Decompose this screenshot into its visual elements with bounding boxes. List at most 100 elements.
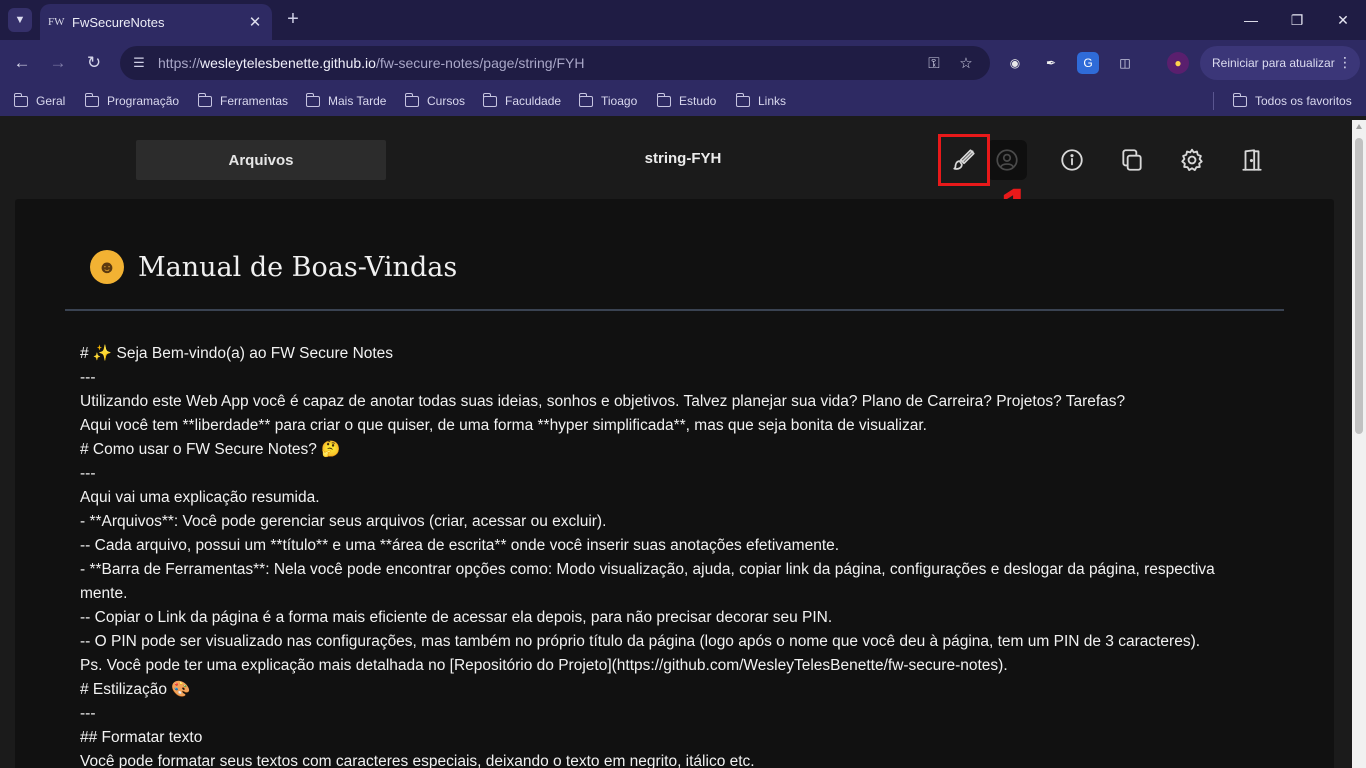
content-line: -- Copiar o Link da página é a forma mai… xyxy=(80,609,833,626)
close-tab-icon[interactable]: ✕ xyxy=(244,11,266,33)
extensions-icon[interactable]: ◫ xyxy=(1114,52,1136,74)
view-mode-icon xyxy=(996,149,1018,171)
page-scrollbar[interactable] xyxy=(1352,120,1366,768)
bookmarks-bar: Geral Programação Ferramentas Mais Tarde… xyxy=(0,86,1366,116)
note-editor[interactable]: ☻ Manual de Boas-Vindas # ✨ Seja Bem-vin… xyxy=(15,199,1334,768)
new-tab-icon[interactable]: + xyxy=(282,9,304,31)
content-line: # Como usar o FW Secure Notes? 🤔 xyxy=(80,441,341,458)
bookmark-label: Ferramentas xyxy=(220,94,289,108)
bookmark-label: Cursos xyxy=(427,94,466,108)
content-line: - **Arquivos**: Você pode gerenciar seus… xyxy=(80,513,607,530)
door-exit-icon xyxy=(1242,149,1262,171)
content-line: Aqui você tem **liberdade** para criar o… xyxy=(80,417,927,434)
folder-icon xyxy=(735,92,750,107)
site-info-icon[interactable]: ☰ xyxy=(130,54,148,72)
key-icon[interactable]: ⚿ xyxy=(924,53,944,73)
help-button[interactable] xyxy=(1052,140,1092,180)
url-host: wesleytelesbenette.github.io xyxy=(200,55,376,71)
title-divider xyxy=(65,309,1284,311)
bookmark-folder[interactable]: Geral xyxy=(13,92,66,109)
content-line: # ✨ Seja Bem-vindo(a) ao FW Secure Notes xyxy=(80,345,394,362)
folder-icon xyxy=(197,92,212,107)
view-mode-button[interactable] xyxy=(987,140,1027,180)
logout-button[interactable] xyxy=(1232,140,1272,180)
bookmark-label: Links xyxy=(758,94,787,108)
bookmark-star-icon[interactable]: ☆ xyxy=(956,53,976,73)
content-line: Você pode formatar seus textos com carac… xyxy=(80,753,755,768)
folder-icon xyxy=(578,92,593,107)
folder-icon xyxy=(13,92,28,107)
bookmark-label: Mais Tarde xyxy=(328,94,387,108)
files-button[interactable]: Arquivos xyxy=(136,140,386,180)
restore-icon[interactable]: ❐ xyxy=(1274,0,1320,40)
bookmark-label: Programação xyxy=(107,94,180,108)
content-line: -- Cada arquivo, possui um **título** e … xyxy=(80,537,840,554)
settings-button[interactable] xyxy=(1172,140,1212,180)
content-line: --- xyxy=(80,705,96,722)
content-line: mente. xyxy=(80,585,128,602)
folder-icon xyxy=(305,92,320,107)
scrollbar-thumb[interactable] xyxy=(1355,138,1363,434)
bookmark-folder[interactable]: Estudo xyxy=(656,92,717,109)
bookmark-folder[interactable]: Programação xyxy=(84,92,180,109)
content-line: --- xyxy=(80,465,96,482)
extension-glasses-icon[interactable]: ◉ xyxy=(1004,52,1026,74)
update-button[interactable]: Reiniciar para atualizar ⋮ xyxy=(1200,46,1360,80)
close-window-icon[interactable]: ✕ xyxy=(1320,0,1366,40)
copy-link-button[interactable] xyxy=(1112,140,1152,180)
browser-toolbar: ← → ↻ ☰ https://wesleytelesbenette.githu… xyxy=(0,40,1366,86)
copy-icon xyxy=(1122,149,1142,171)
scroll-up-arrow-icon[interactable] xyxy=(1356,124,1362,129)
folder-icon xyxy=(656,92,671,107)
bookmark-folder[interactable]: Links xyxy=(735,92,787,109)
forward-icon[interactable]: → xyxy=(46,51,70,75)
reload-icon[interactable]: ↻ xyxy=(82,51,106,75)
content-line: # Estilização 🎨 xyxy=(80,681,191,698)
address-bar[interactable]: ☰ https://wesleytelesbenette.github.io/f… xyxy=(120,46,990,80)
bookmark-folder[interactable]: Ferramentas xyxy=(197,92,289,109)
info-icon xyxy=(1061,149,1083,171)
bookmark-label: Faculdade xyxy=(505,94,562,108)
bookmark-label: Todos os favoritos xyxy=(1255,94,1352,108)
profile-avatar[interactable]: ● xyxy=(1167,52,1189,74)
back-icon[interactable]: ← xyxy=(10,51,34,75)
tab-strip: ▼ FW FwSecureNotes ✕ + — ❐ ✕ xyxy=(0,0,1366,40)
bookmark-folder[interactable]: Faculdade xyxy=(482,92,562,109)
bookmark-label: Estudo xyxy=(679,94,717,108)
app-page: Arquivos string-FYH 1 ☻ xyxy=(0,120,1352,768)
color-picker-icon[interactable]: ✒ xyxy=(1040,52,1062,74)
tab-title: FwSecureNotes xyxy=(72,14,165,30)
url-text[interactable]: https://wesleytelesbenette.github.io/fw-… xyxy=(158,55,584,71)
content-line: Ps. Você pode ter uma explicação mais de… xyxy=(80,657,1008,674)
folder-icon xyxy=(482,92,497,107)
all-bookmarks-folder[interactable]: Todos os favoritos xyxy=(1232,92,1352,109)
minimize-icon[interactable]: — xyxy=(1228,0,1274,40)
content-line: ## Formatar texto xyxy=(80,729,203,746)
bookmark-folder[interactable]: Tioago xyxy=(578,92,638,109)
document-title-text[interactable]: Manual de Boas-Vindas xyxy=(138,252,457,283)
bookmark-label: Geral xyxy=(36,94,66,108)
bookmark-label: Tioago xyxy=(601,94,638,108)
document-title: ☻ Manual de Boas-Vindas xyxy=(90,250,457,284)
favicon: FW xyxy=(48,16,65,28)
note-content[interactable]: # ✨ Seja Bem-vindo(a) ao FW Secure Notes… xyxy=(80,342,1280,768)
party-face-icon: ☻ xyxy=(90,250,124,284)
translate-icon[interactable]: G xyxy=(1077,52,1099,74)
content-line: - **Barra de Ferramentas**: Nela você po… xyxy=(80,561,1215,578)
gear-icon xyxy=(1181,148,1203,171)
folder-icon xyxy=(1232,92,1247,107)
content-line: -- O PIN pode ser visualizado nas config… xyxy=(80,633,1201,650)
folder-icon xyxy=(404,92,419,107)
content-line: Aqui vai uma explicação resumida. xyxy=(80,489,320,506)
active-tab[interactable]: FW FwSecureNotes ✕ xyxy=(40,4,272,40)
tab-search-button[interactable]: ▼ xyxy=(8,8,32,32)
update-label: Reiniciar para atualizar xyxy=(1212,56,1335,70)
annotation-highlight-box xyxy=(938,134,990,186)
url-path: /fw-secure-notes/page/string/FYH xyxy=(375,55,585,71)
bookmark-folder[interactable]: Mais Tarde xyxy=(305,92,387,109)
bookmarks-divider xyxy=(1213,92,1214,110)
url-scheme: https:// xyxy=(158,55,201,71)
menu-dots-icon[interactable]: ⋮ xyxy=(1338,54,1352,71)
bookmark-folder[interactable]: Cursos xyxy=(404,92,466,109)
content-line: --- xyxy=(80,369,96,386)
